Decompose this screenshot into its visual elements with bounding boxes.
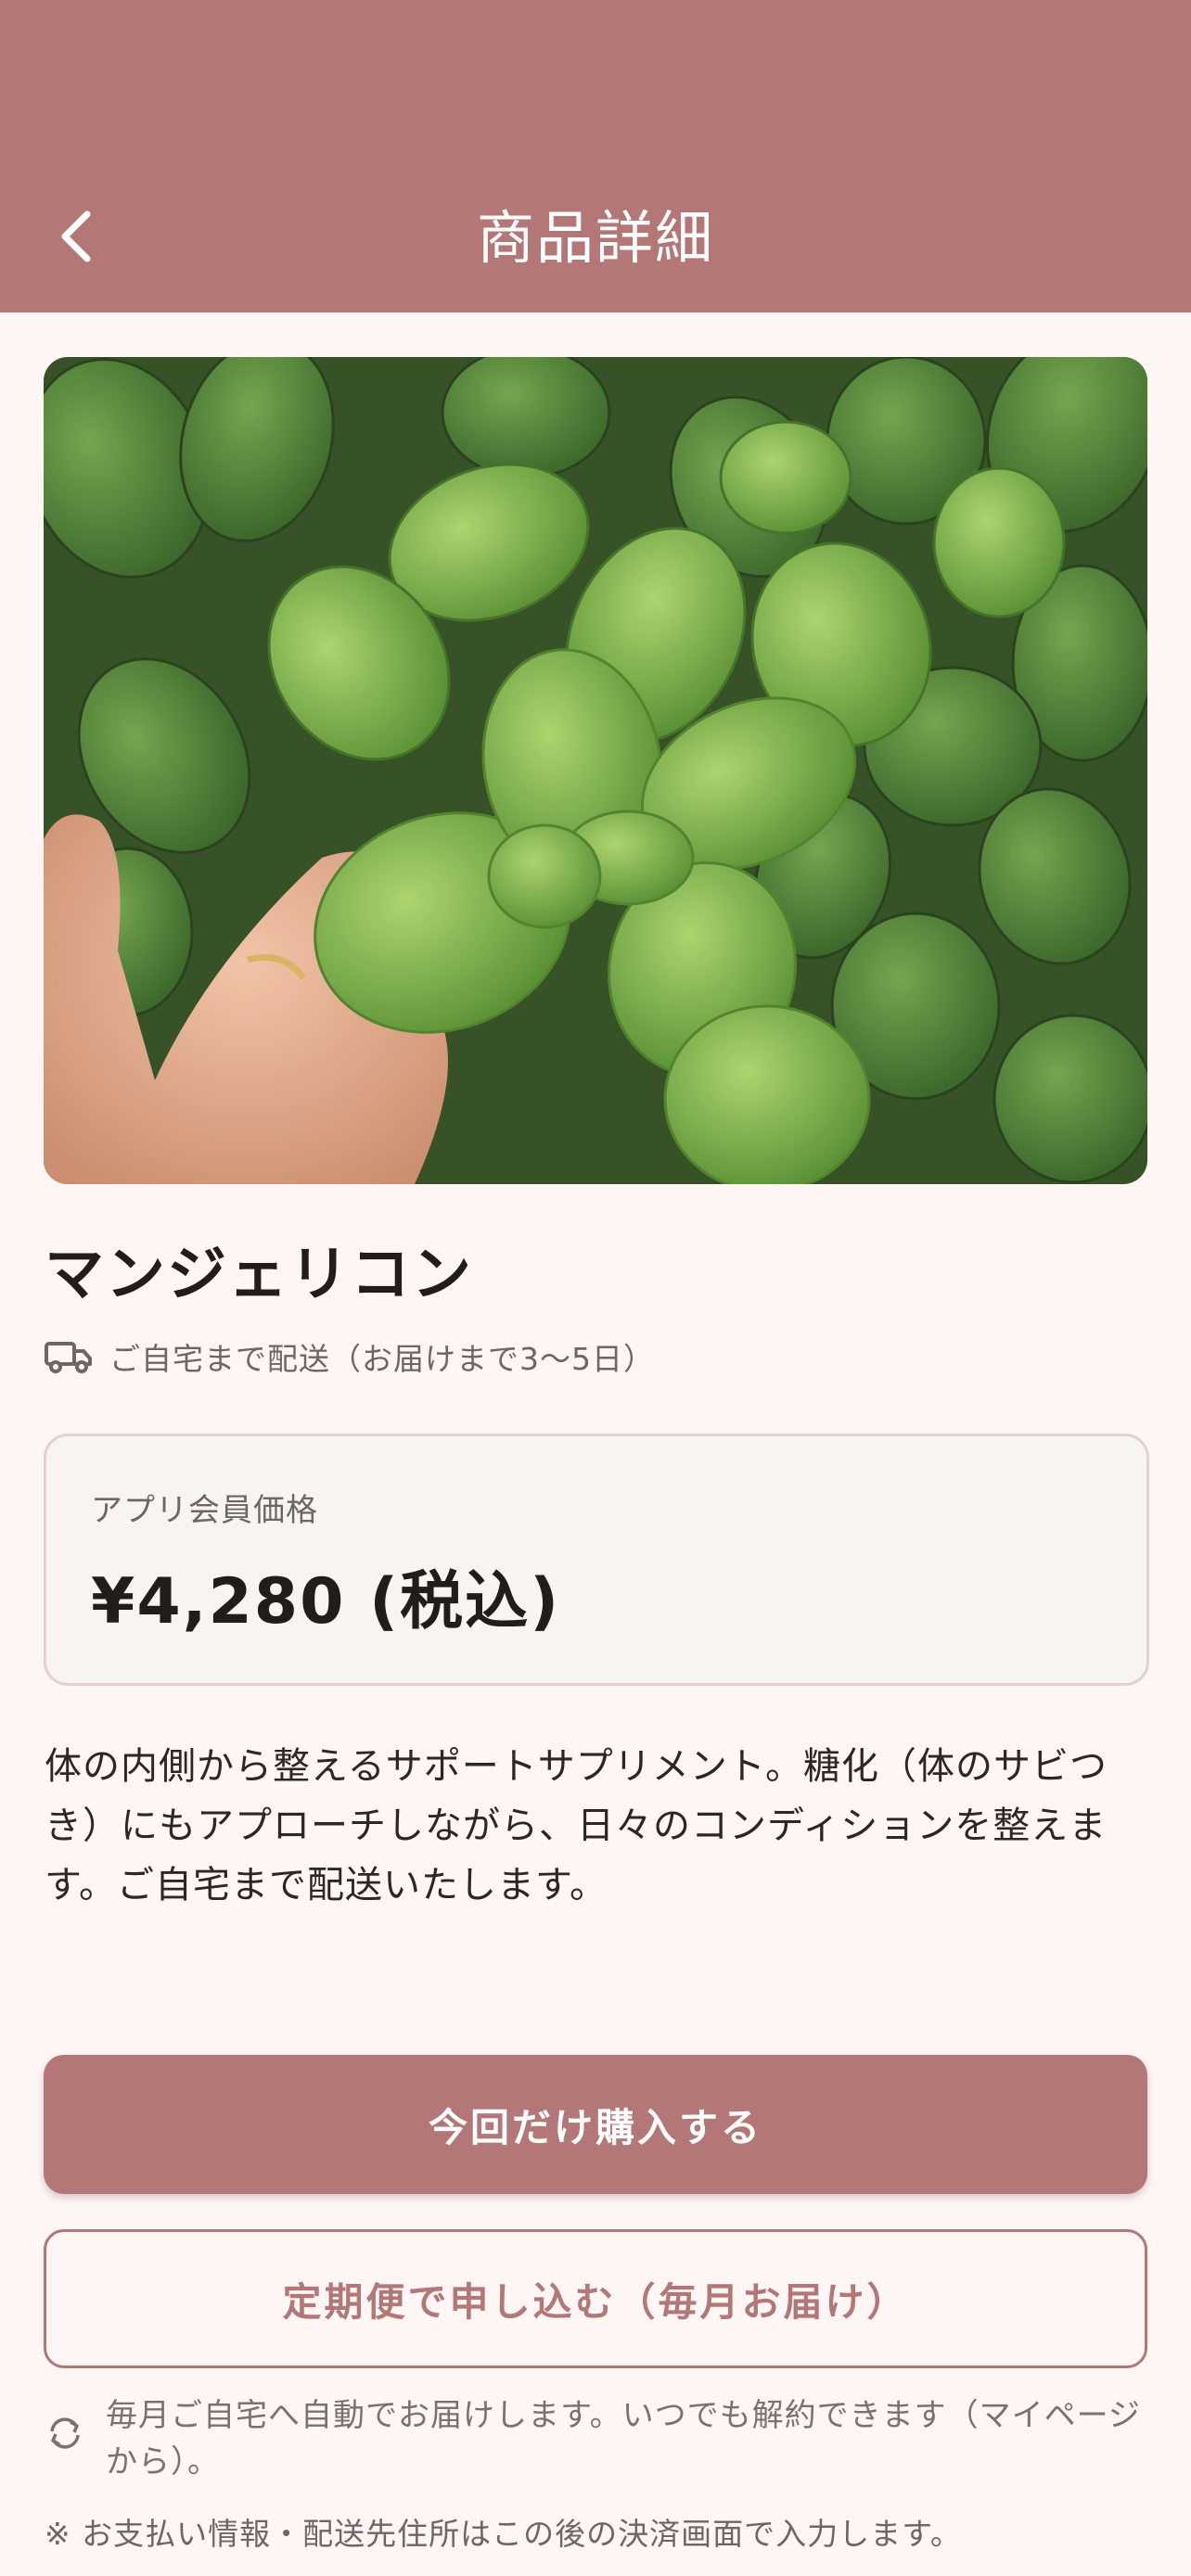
shipping-text: ご自宅まで配送（お届けまで3〜5日）	[109, 1341, 655, 1377]
page-title: 商品詳細	[476, 204, 714, 272]
subscribe-note-text: 毎月ご自宅へ自動でお届けします。いつでも解約できます（マイページから）。	[106, 2397, 1141, 2480]
subscribe-button[interactable]: 定期便で申し込む（毎月お届け）	[44, 2229, 1147, 2368]
buy-once-button[interactable]: 今回だけ購入する	[44, 2055, 1147, 2194]
price-value: ¥4,280 (税込)	[91, 1565, 561, 1639]
price-card: アプリ会員価格 ¥4,280 (税込)	[44, 1434, 1149, 1686]
product-image	[44, 357, 1147, 1184]
payment-footnote: ※ お支払い情報・配送先住所はこの後の決済画面で入力します。	[45, 2516, 962, 2552]
product-description: 体の内側から整えるサポートサプリメント。糖化（体のサビつき）にもアプローチしなが…	[45, 1745, 1108, 1906]
subscribe-note: 毎月ご自宅へ自動でお届けします。いつでも解約できます（マイページから）。	[45, 2392, 1148, 2485]
price-label: アプリ会員価格	[91, 1492, 318, 1529]
product-name: マンジェリコン	[45, 1241, 473, 1309]
refresh-icon	[50, 2417, 80, 2449]
shipping-info: ご自宅まで配送（お届けまで3〜5日）	[45, 1333, 655, 1380]
truck-icon	[45, 1342, 92, 1373]
app-header: 商品詳細	[0, 0, 1191, 312]
